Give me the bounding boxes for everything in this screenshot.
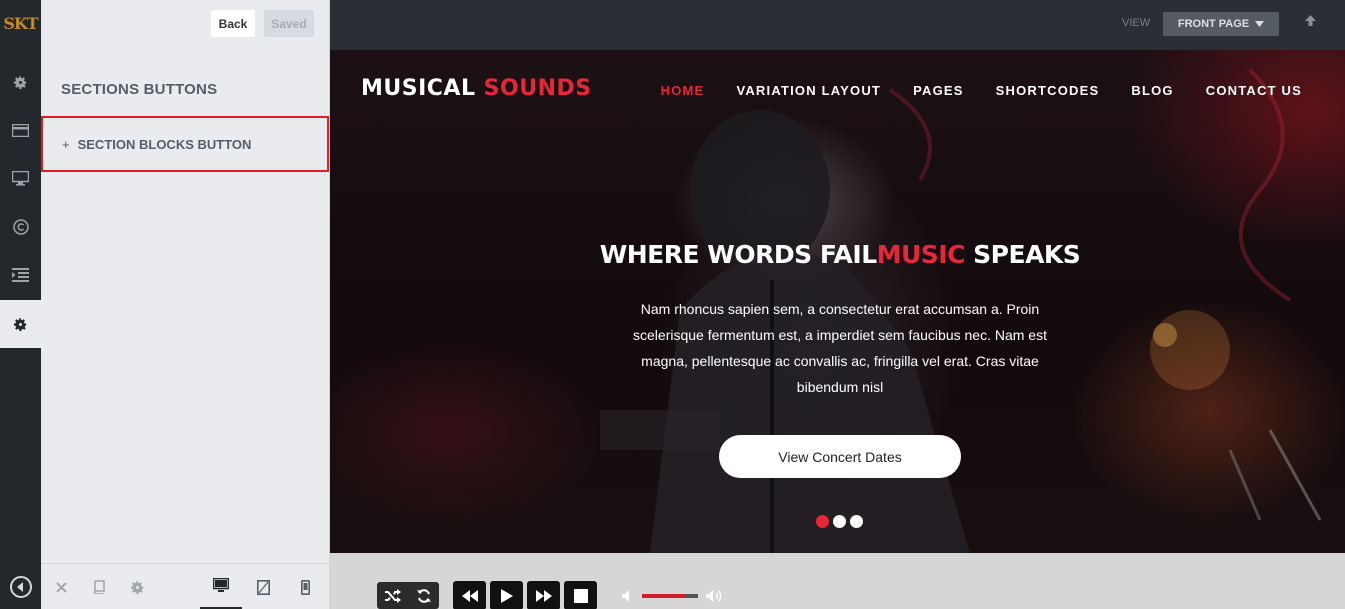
slider-dot-3[interactable] bbox=[850, 515, 863, 528]
volume-high-icon[interactable] bbox=[706, 589, 724, 603]
stop-icon[interactable] bbox=[564, 581, 597, 609]
section-blocks-button-item[interactable]: + SECTION BLOCKS BUTTON bbox=[41, 116, 329, 172]
view-select-value: FRONT PAGE bbox=[1177, 18, 1250, 30]
panel-footer bbox=[41, 563, 329, 609]
screen: SKT Back Saved SECTIONS BUTTONS + SECTIO… bbox=[0, 0, 1345, 609]
gear-icon[interactable] bbox=[122, 564, 152, 609]
play-icon[interactable] bbox=[490, 581, 523, 609]
shuffle-repeat-group bbox=[377, 582, 439, 609]
view-concert-dates-button[interactable]: View Concert Dates bbox=[719, 435, 961, 478]
plus-icon: + bbox=[62, 136, 70, 152]
tablet-icon[interactable] bbox=[242, 564, 284, 609]
transport-controls bbox=[453, 581, 601, 609]
back-button[interactable]: Back bbox=[211, 10, 255, 37]
slider-dots bbox=[816, 515, 863, 528]
desktop-icon[interactable] bbox=[200, 564, 242, 609]
settings-active-icon[interactable] bbox=[0, 300, 41, 348]
headline-part1: WHERE WORDS FAIL bbox=[599, 240, 877, 269]
view-select[interactable]: FRONT PAGE bbox=[1163, 12, 1279, 36]
volume-mute-icon[interactable] bbox=[622, 590, 634, 602]
shuffle-icon[interactable] bbox=[377, 582, 408, 609]
volume-slider[interactable] bbox=[642, 594, 698, 598]
headline-part2: SPEAKS bbox=[964, 240, 1081, 269]
logo-accent: SOUNDS bbox=[483, 76, 592, 101]
nav-shortcodes[interactable]: SHORTCODES bbox=[996, 83, 1100, 98]
credit-card-icon[interactable] bbox=[0, 106, 41, 154]
headline-accent: MUSIC bbox=[876, 240, 966, 269]
slider-dot-2[interactable] bbox=[833, 515, 846, 528]
rewind-icon[interactable] bbox=[453, 581, 486, 609]
collapse-left-icon[interactable] bbox=[10, 576, 32, 598]
icon-rail: SKT bbox=[0, 0, 41, 609]
repeat-icon[interactable] bbox=[408, 582, 439, 609]
close-icon[interactable] bbox=[46, 564, 76, 609]
main-nav: HOME VARIATION LAYOUT PAGES SHORTCODES B… bbox=[661, 83, 1302, 98]
arrow-up-icon[interactable] bbox=[1304, 14, 1317, 32]
audio-player bbox=[330, 553, 1345, 609]
nav-variation-layout[interactable]: VARIATION LAYOUT bbox=[736, 83, 881, 98]
site-logo[interactable]: MUSICAL SOUNDS bbox=[361, 76, 592, 101]
section-item-label: SECTION BLOCKS BUTTON bbox=[77, 136, 252, 152]
saved-button[interactable]: Saved bbox=[264, 10, 314, 37]
volume-control[interactable] bbox=[622, 589, 724, 603]
slider-dot-1[interactable] bbox=[816, 515, 829, 528]
hero-headline: WHERE WORDS FAILMUSIC SPEAKS bbox=[330, 240, 1345, 269]
mobile-icon[interactable] bbox=[284, 564, 326, 609]
skt-logo: SKT bbox=[3, 14, 38, 33]
view-label: VIEW bbox=[1122, 17, 1151, 29]
gear-icon[interactable] bbox=[0, 58, 41, 106]
copyright-icon[interactable] bbox=[0, 203, 41, 251]
panel-title: SECTIONS BUTTONS bbox=[61, 81, 218, 98]
monitor-icon[interactable] bbox=[0, 154, 41, 202]
customizer-panel: Back Saved SECTIONS BUTTONS + SECTION BL… bbox=[41, 0, 330, 609]
fast-forward-icon[interactable] bbox=[527, 581, 560, 609]
hero-section: MUSICAL SOUNDS HOME VARIATION LAYOUT PAG… bbox=[330, 50, 1345, 553]
nav-blog[interactable]: BLOG bbox=[1131, 83, 1173, 98]
nav-pages[interactable]: PAGES bbox=[913, 83, 964, 98]
indent-list-icon[interactable] bbox=[0, 251, 41, 299]
nav-contact-us[interactable]: CONTACT US bbox=[1206, 83, 1302, 98]
book-icon[interactable] bbox=[84, 564, 114, 609]
hero-text: Nam rhoncus sapien sem, a consectetur er… bbox=[633, 301, 1047, 395]
volume-level bbox=[642, 594, 686, 598]
preview-topbar: VIEW FRONT PAGE bbox=[330, 0, 1345, 50]
logo-primary: MUSICAL bbox=[361, 76, 476, 101]
nav-home[interactable]: HOME bbox=[661, 83, 705, 98]
chevron-down-icon bbox=[1255, 21, 1265, 27]
